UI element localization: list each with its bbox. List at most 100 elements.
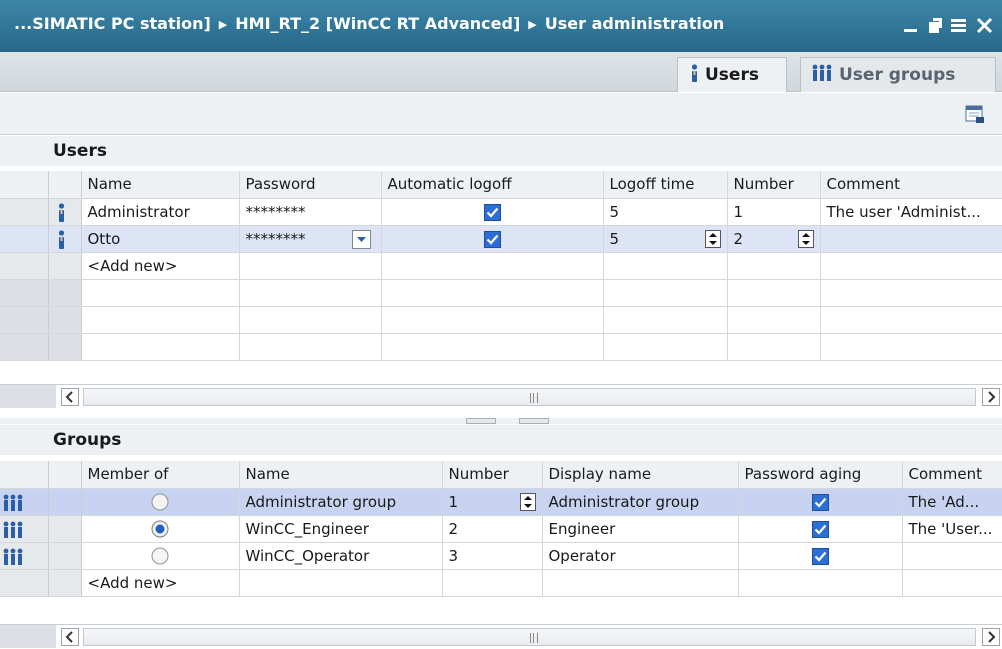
row-selector[interactable] — [0, 515, 49, 543]
spinner-icon[interactable] — [704, 229, 721, 248]
column-header-name[interactable]: Name — [81, 171, 240, 199]
user-icon — [57, 229, 66, 252]
table-row[interactable]: Administrator ******** 5 1 The user 'Adm… — [0, 198, 1002, 226]
tab-strip: Users User groups — [0, 52, 1002, 92]
column-header-group-number[interactable]: Number — [442, 461, 543, 489]
table-row[interactable]: Administrator group 1 Administrator grou… — [0, 488, 1002, 516]
column-header-password-aging[interactable]: Password aging — [738, 461, 903, 489]
column-header-group-comment[interactable]: Comment — [902, 461, 1002, 489]
logoff-time-cell[interactable]: 5 — [603, 198, 728, 226]
empty-row — [0, 279, 1002, 307]
toolbar — [0, 93, 1002, 135]
display-name-cell[interactable]: Operator — [542, 542, 739, 570]
user-comment-cell[interactable]: The user 'Administ... — [820, 198, 1002, 226]
row-selector[interactable] — [0, 542, 49, 570]
group-number-cell[interactable]: 3 — [442, 542, 543, 570]
member-of-radio[interactable] — [81, 515, 240, 543]
radio-checked-icon — [151, 520, 169, 538]
scroll-thumb[interactable] — [83, 628, 976, 646]
row-selector[interactable] — [0, 198, 49, 226]
user-number-cell[interactable]: 2 — [727, 225, 821, 253]
table-settings-icon[interactable] — [964, 103, 986, 125]
minimize-icon[interactable] — [901, 16, 921, 36]
radio-unchecked-icon — [151, 493, 169, 511]
breadcrumb: ...SIMATIC PC station] ▶ HMI_RT_2 [WinCC R… — [14, 14, 724, 33]
member-of-radio[interactable] — [81, 542, 240, 570]
breadcrumb-editor: User administration — [544, 14, 725, 33]
users-table: Name Password Automatic logoff Logoff ti… — [0, 171, 1002, 361]
column-header-automatic-logoff[interactable]: Automatic logoff — [381, 171, 604, 199]
pane-splitter[interactable] — [0, 418, 1002, 431]
member-of-radio[interactable] — [81, 488, 240, 516]
group-comment-cell[interactable] — [902, 542, 1002, 570]
spinner-icon[interactable] — [797, 229, 814, 248]
column-header-comment[interactable]: Comment — [820, 171, 1002, 199]
group-number-cell[interactable]: 2 — [442, 515, 543, 543]
scroll-left-icon[interactable] — [61, 628, 79, 646]
row-selector[interactable] — [0, 225, 49, 253]
breadcrumb-station[interactable]: ...SIMATIC PC station] — [14, 14, 211, 33]
breadcrumb-separator-icon: ▶ — [528, 18, 537, 31]
user-icon — [690, 64, 699, 87]
breadcrumb-separator-icon: ▶ — [218, 18, 228, 31]
add-new-group[interactable]: <Add new> — [81, 569, 240, 597]
column-header-group-name[interactable]: Name — [239, 461, 443, 489]
table-row[interactable]: WinCC_Operator 3 Operator — [0, 542, 1002, 570]
group-name-cell[interactable]: WinCC_Operator — [239, 542, 443, 570]
group-comment-cell[interactable]: The 'Ad... — [902, 488, 1002, 516]
groups-section-title: Groups — [0, 425, 1002, 455]
group-name-cell[interactable]: WinCC_Engineer — [239, 515, 443, 543]
users-horizontal-scrollbar[interactable] — [0, 384, 1002, 408]
users-header-row: Name Password Automatic logoff Logoff ti… — [0, 171, 1002, 199]
display-name-cell[interactable]: Administrator group — [542, 488, 739, 516]
logoff-time-cell[interactable]: 5 — [603, 225, 728, 253]
automatic-logoff-checkbox[interactable] — [381, 198, 604, 226]
password-aging-checkbox[interactable] — [738, 515, 903, 543]
scroll-thumb[interactable] — [83, 388, 976, 406]
group-comment-cell[interactable]: The 'User... — [902, 515, 1002, 543]
scroll-right-icon[interactable] — [982, 628, 1000, 646]
add-new-row[interactable]: <Add new> — [0, 252, 1002, 280]
splitter-up-icon[interactable] — [466, 418, 496, 431]
user-password-cell[interactable]: ******** — [239, 225, 382, 253]
user-password-cell[interactable]: ******** — [239, 198, 382, 226]
groups-horizontal-scrollbar[interactable] — [0, 624, 1002, 648]
display-name-cell[interactable]: Engineer — [542, 515, 739, 543]
table-row[interactable]: Otto ******** 5 2 — [0, 225, 1002, 253]
groups-header-row: Member of Name Number Display name Passw… — [0, 461, 1002, 489]
table-row[interactable]: WinCC_Engineer 2 Engineer The 'User... — [0, 515, 1002, 543]
automatic-logoff-checkbox[interactable] — [381, 225, 604, 253]
checkbox-checked-icon — [811, 547, 829, 565]
column-header-logoff-time[interactable]: Logoff time — [603, 171, 728, 199]
close-icon[interactable] — [975, 16, 995, 36]
window-titlebar: ...SIMATIC PC station] ▶ HMI_RT_2 [WinCC R… — [0, 0, 1002, 52]
add-new-row[interactable]: <Add new> — [0, 569, 1002, 597]
add-new-user[interactable]: <Add new> — [81, 252, 240, 280]
groups-table: Member of Name Number Display name Passw… — [0, 461, 1002, 597]
column-header-number[interactable]: Number — [727, 171, 821, 199]
user-name-cell[interactable]: Administrator — [81, 198, 240, 226]
column-header-member-of[interactable]: Member of — [81, 461, 240, 489]
user-number-cell[interactable]: 1 — [727, 198, 821, 226]
tab-users[interactable]: Users — [677, 57, 787, 92]
maximize-icon[interactable] — [949, 16, 969, 36]
dropdown-arrow-icon[interactable] — [351, 229, 371, 249]
column-header-display-name[interactable]: Display name — [542, 461, 739, 489]
user-name-cell[interactable]: Otto — [81, 225, 240, 253]
row-selector[interactable] — [0, 488, 49, 516]
spinner-icon[interactable] — [519, 492, 536, 511]
group-icon — [811, 64, 833, 87]
checkbox-checked-icon — [811, 520, 829, 538]
scroll-right-icon[interactable] — [982, 388, 1000, 406]
breadcrumb-device[interactable]: HMI_RT_2 [WinCC RT Advanced] — [235, 14, 520, 33]
scroll-left-icon[interactable] — [61, 388, 79, 406]
tab-user-groups[interactable]: User groups — [800, 57, 996, 92]
splitter-down-icon[interactable] — [519, 418, 549, 431]
password-aging-checkbox[interactable] — [738, 542, 903, 570]
column-header-password[interactable]: Password — [239, 171, 382, 199]
user-comment-cell[interactable] — [820, 225, 1002, 253]
group-number-cell[interactable]: 1 — [442, 488, 543, 516]
group-name-cell[interactable]: Administrator group — [239, 488, 443, 516]
password-aging-checkbox[interactable] — [738, 488, 903, 516]
restore-icon[interactable] — [925, 16, 945, 36]
